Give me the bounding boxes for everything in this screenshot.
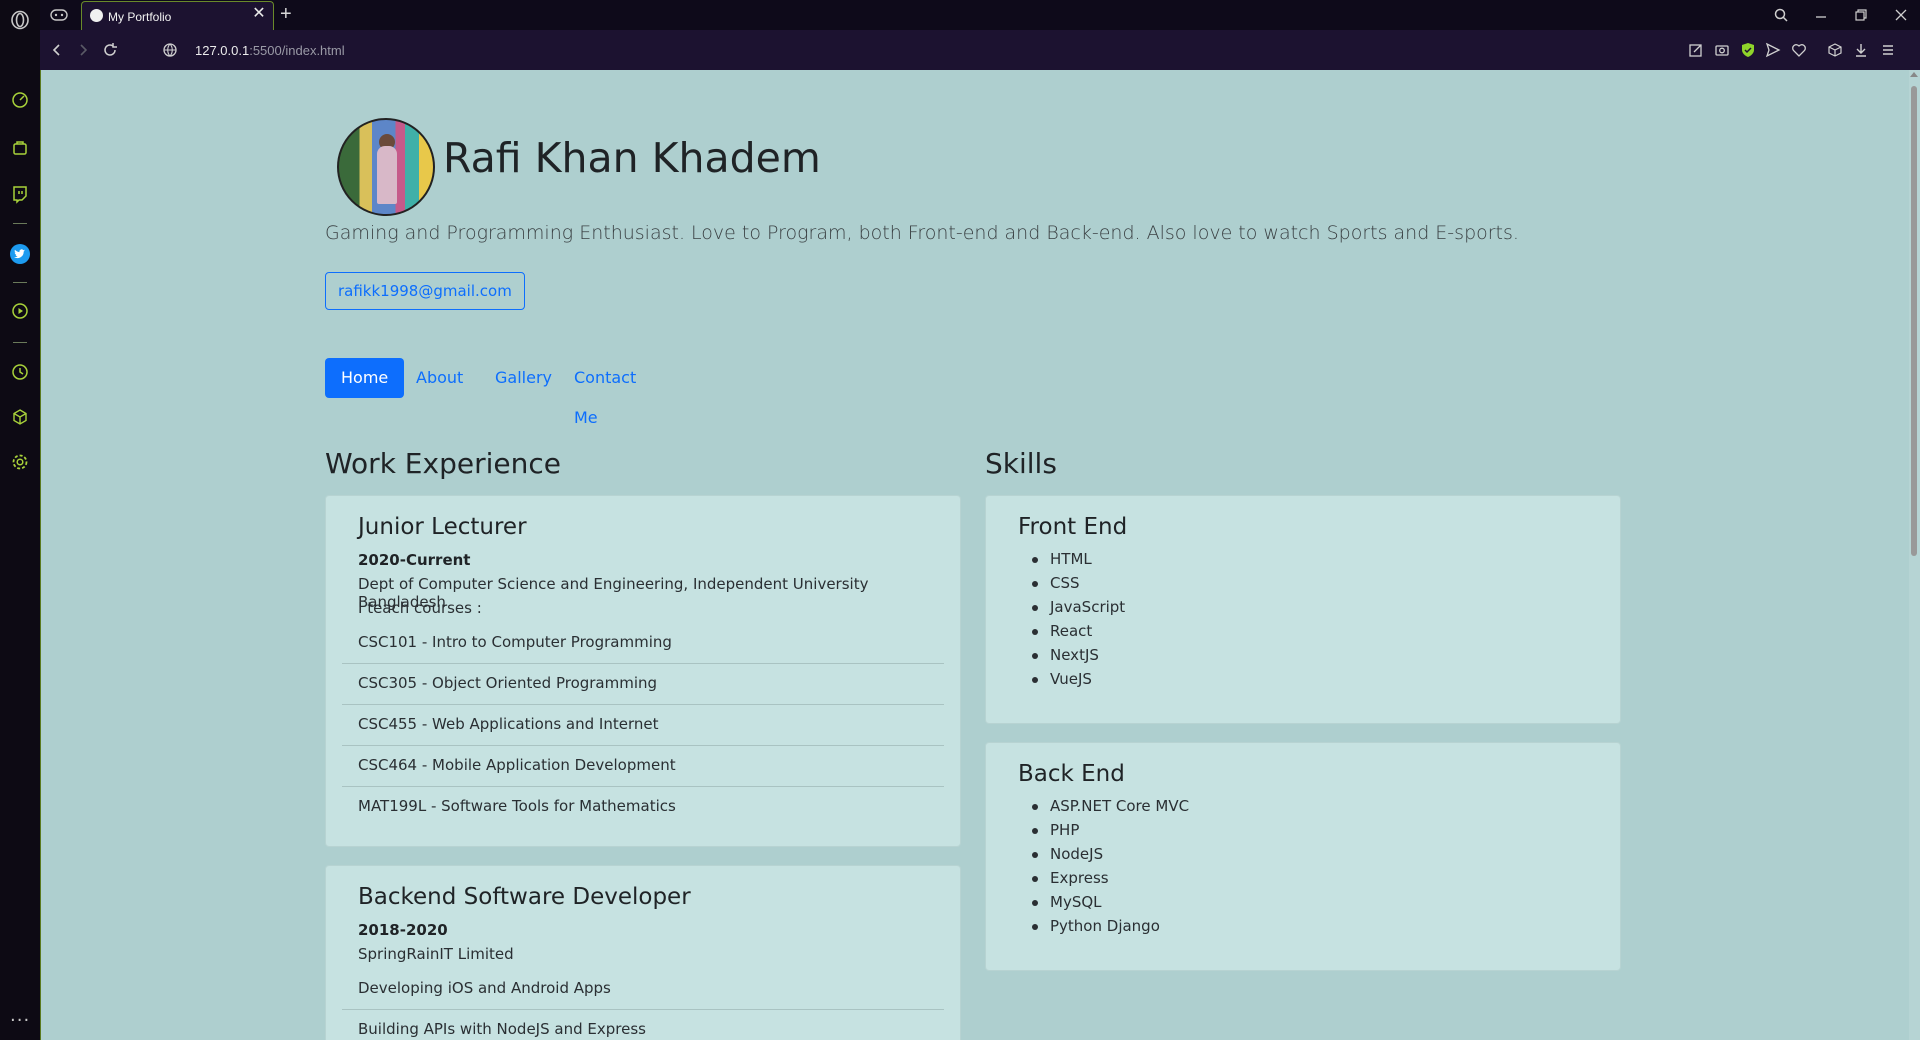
skill-card-front-end: Front End HTML CSS JavaScript React Next… [985, 495, 1621, 724]
skill-item: NodeJS [1031, 845, 1104, 863]
globe-icon [90, 9, 103, 22]
profile-name: Rafi Khan Khadem [443, 134, 821, 182]
new-tab-plus-icon[interactable]: + [280, 3, 292, 26]
skill-item: React [1031, 622, 1093, 640]
tab-title: My Portfolio [108, 10, 172, 24]
skill-item: HTML [1032, 550, 1092, 568]
gamepad-icon[interactable] [50, 8, 68, 22]
nav-gallery[interactable]: Gallery [479, 358, 568, 398]
job-period: 2020-Current [358, 551, 471, 569]
restore-icon[interactable] [1850, 5, 1872, 25]
history-icon[interactable] [10, 362, 30, 382]
snapshot-camera-icon[interactable] [1714, 42, 1730, 58]
heart-icon[interactable] [1791, 42, 1807, 58]
skill-card-back-end: Back End ASP.NET Core MVC PHP NodeJS Exp… [985, 742, 1621, 971]
profile-tagline: Gaming and Programming Enthusiast. Love … [325, 222, 1519, 244]
browser-sidebar: ··· [0, 0, 41, 1040]
window-close-icon[interactable] [1890, 5, 1912, 25]
url-field[interactable]: 127.0.0.1:5500/index.html [195, 43, 345, 58]
settings-gear-icon[interactable] [10, 452, 30, 472]
address-bar: 127.0.0.1:5500/index.html [40, 30, 1920, 70]
list-item: Developing iOS and Android Apps [342, 968, 944, 1010]
twitter-icon[interactable] [10, 244, 30, 264]
job-card: Junior Lecturer 2020-Current Dept of Com… [325, 495, 961, 847]
easy-setup-icon[interactable] [1688, 42, 1704, 58]
list-item: MAT199L - Software Tools for Mathematics [358, 797, 676, 815]
job-note: I teach courses : [358, 599, 482, 617]
job-title: Junior Lecturer [358, 514, 527, 540]
skill-item: PHP [1031, 821, 1080, 839]
extensions-cube-icon[interactable] [10, 407, 30, 427]
download-icon[interactable] [1853, 42, 1869, 58]
sidebar-separator [13, 342, 27, 343]
nav-about[interactable]: About [400, 358, 479, 398]
vpn-shield-icon[interactable] [1740, 42, 1756, 58]
email-button[interactable]: rafikk1998@gmail.com [325, 272, 525, 310]
list-item: CSC464 - Mobile Application Development [342, 745, 944, 787]
url-host: 127.0.0.1 [195, 43, 250, 58]
job-period: 2018-2020 [358, 921, 448, 939]
search-icon[interactable] [1770, 5, 1792, 25]
job-card: Backend Software Developer 2018-2020 Spr… [325, 865, 961, 1040]
nav-contact[interactable]: Contact Me [558, 358, 652, 427]
list-item: CSC455 - Web Applications and Internet [342, 704, 944, 746]
tab-bar: My Portfolio ✕ + [40, 0, 1920, 30]
url-path: :5500/index.html [249, 43, 345, 58]
sidebar-separator [13, 223, 27, 224]
skills-heading: Skills [985, 447, 1057, 480]
send-icon[interactable] [1765, 42, 1781, 58]
skill-item: MySQL [1032, 893, 1102, 911]
sidebar-separator [13, 282, 27, 283]
scrollbar-thumb[interactable] [1911, 86, 1917, 556]
list-item: CSC101 - Intro to Computer Programming [342, 622, 944, 664]
skill-item: JavaScript [1031, 598, 1126, 616]
skill-item: CSS [1032, 574, 1080, 592]
skill-group-title: Front End [1018, 514, 1128, 540]
job-title: Backend Software Developer [358, 884, 691, 910]
player-icon[interactable] [10, 301, 30, 321]
skill-item: NextJS [1032, 646, 1099, 664]
twitch-icon[interactable] [10, 184, 30, 204]
nav-home[interactable]: Home [325, 358, 405, 398]
close-icon[interactable]: ✕ [252, 6, 266, 22]
work-experience-heading: Work Experience [325, 447, 561, 480]
speed-dial-icon[interactable] [10, 90, 30, 110]
skill-item: VueJS [1032, 670, 1092, 688]
minimize-icon[interactable] [1810, 5, 1832, 25]
bag-icon[interactable] [10, 137, 30, 157]
skill-item: Express [1032, 869, 1109, 887]
extensions-icon[interactable] [1827, 42, 1843, 58]
skill-group-title: Back End [1018, 761, 1125, 787]
list-item: Building APIs with NodeJS and Express [342, 1009, 944, 1040]
list-item: CSC305 - Object Oriented Programming [342, 663, 944, 705]
more-icon[interactable]: ··· [10, 1010, 30, 1031]
reload-icon[interactable] [102, 42, 118, 58]
scroll-up-arrow-icon[interactable] [1910, 72, 1918, 77]
back-icon[interactable] [49, 42, 65, 58]
skill-item: Python Django [1032, 917, 1160, 935]
tab-my-portfolio[interactable]: My Portfolio ✕ [81, 1, 274, 30]
opera-logo-icon[interactable] [10, 10, 30, 30]
site-info-globe-icon[interactable] [162, 42, 178, 58]
job-org: SpringRainIT Limited [358, 945, 514, 963]
forward-icon[interactable] [75, 42, 91, 58]
avatar [337, 118, 435, 216]
menu-icon[interactable] [1880, 42, 1896, 58]
page-viewport: Rafi Khan Khadem Gaming and Programming … [41, 70, 1909, 1040]
skill-item: ASP.NET Core MVC [1031, 797, 1190, 815]
